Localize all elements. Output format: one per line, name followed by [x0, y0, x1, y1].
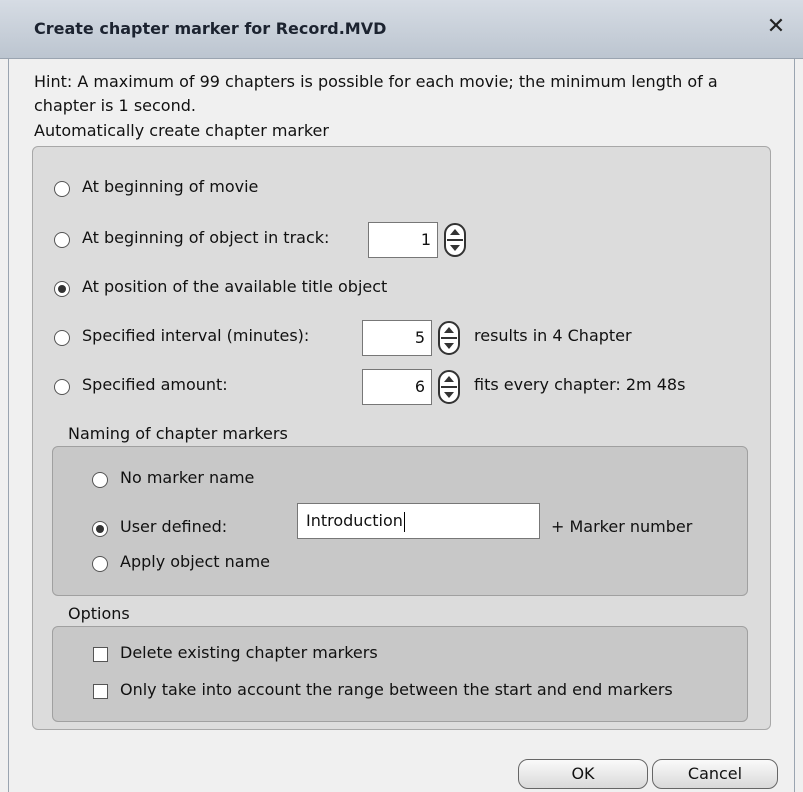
label-object-start: At beginning of object in track:	[82, 228, 330, 247]
object-track-spinner-icon[interactable]	[444, 223, 466, 257]
label-title-object: At position of the available title objec…	[82, 277, 388, 296]
label-object-name: Apply object name	[120, 552, 271, 571]
radio-amount[interactable]	[54, 379, 70, 395]
checkbox-range-only[interactable]	[93, 684, 108, 699]
hint-text: Hint: A maximum of 99 chapters is possib…	[34, 72, 718, 115]
cancel-button[interactable]: Cancel	[652, 759, 778, 789]
text-caret	[403, 511, 405, 532]
radio-object-name[interactable]	[92, 556, 108, 572]
label-range-only: Only take into account the range between…	[120, 680, 673, 699]
amount-result: fits every chapter: 2m 48s	[474, 375, 686, 394]
radio-movie-start[interactable]	[54, 181, 70, 197]
marker-number-suffix: + Marker number	[551, 517, 693, 536]
label-no-name: No marker name	[120, 468, 255, 487]
amount-spinner-icon[interactable]	[438, 370, 460, 404]
close-icon[interactable]: ✕	[762, 13, 790, 41]
label-movie-start: At beginning of movie	[82, 177, 259, 196]
options-section-label: Options	[68, 604, 130, 623]
radio-title-object[interactable]	[54, 281, 70, 297]
radio-no-name[interactable]	[92, 472, 108, 488]
window-title: Create chapter marker for Record.MVD	[34, 19, 387, 38]
naming-section-label: Naming of chapter markers	[68, 424, 288, 443]
label-amount: Specified amount:	[82, 375, 228, 394]
interval-input[interactable]: 5	[362, 320, 432, 356]
label-delete-existing: Delete existing chapter markers	[120, 643, 378, 662]
amount-input[interactable]: 6	[362, 369, 432, 405]
interval-result: results in 4 Chapter	[474, 326, 632, 345]
radio-selected-dot	[58, 285, 66, 293]
auto-section-label: Automatically create chapter marker	[34, 121, 329, 140]
radio-selected-dot	[96, 525, 104, 533]
radio-object-start[interactable]	[54, 232, 70, 248]
options-panel	[52, 626, 748, 722]
radio-interval[interactable]	[54, 330, 70, 346]
label-interval: Specified interval (minutes):	[82, 326, 310, 345]
label-user-defined: User defined:	[120, 517, 228, 536]
ok-button[interactable]: OK	[518, 759, 648, 789]
object-track-input[interactable]: 1	[368, 222, 438, 258]
marker-name-value: Introduction	[306, 511, 403, 530]
interval-spinner-icon[interactable]	[438, 321, 460, 355]
marker-name-input[interactable]: Introduction	[297, 503, 540, 539]
checkbox-delete-existing[interactable]	[93, 647, 108, 662]
radio-user-defined[interactable]	[92, 521, 108, 537]
